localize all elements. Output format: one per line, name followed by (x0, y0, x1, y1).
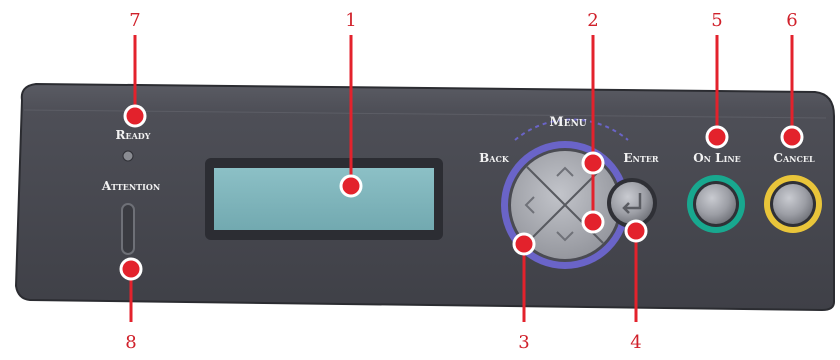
ready-label: Ready (116, 128, 151, 142)
callout-dot-5 (705, 125, 729, 149)
printer-control-panel-diagram: Ready Attention Menu Back Enter On Line … (0, 0, 840, 356)
cancel-label: Cancel (773, 151, 815, 165)
callout-number-7: 7 (129, 10, 140, 31)
attention-label: Attention (101, 179, 160, 193)
callout-dot-2a (581, 151, 605, 175)
online-face (696, 184, 736, 224)
enter-label: Enter (623, 151, 659, 165)
callout-dot-3 (512, 232, 536, 256)
callout-dot-1 (339, 174, 363, 198)
ready-led (122, 150, 134, 162)
callout-dot-7 (123, 104, 147, 128)
callout-number-3: 3 (518, 332, 529, 353)
callout-number-6: 6 (786, 10, 797, 31)
lcd-display (205, 158, 443, 240)
callout-number-4: 4 (630, 332, 641, 353)
online-label: On Line (693, 151, 741, 165)
callout-number-8: 8 (125, 332, 136, 353)
panel-svg: Ready Attention Menu Back Enter On Line … (14, 10, 835, 353)
enter-button-face (611, 182, 653, 224)
cancel-button[interactable] (764, 175, 822, 233)
cancel-face (773, 184, 813, 224)
callout-dot-8 (119, 257, 143, 281)
callout-number-2: 2 (587, 10, 598, 31)
callout-dot-4 (624, 219, 648, 243)
callout-number-1: 1 (345, 10, 356, 31)
back-label: Back (479, 151, 510, 165)
attention-led (121, 203, 135, 255)
callout-number-5: 5 (711, 10, 722, 31)
callout-dot-2b (581, 210, 605, 234)
menu-label: Menu (549, 115, 586, 130)
callout-dot-6 (780, 125, 804, 149)
online-button[interactable] (687, 175, 745, 233)
